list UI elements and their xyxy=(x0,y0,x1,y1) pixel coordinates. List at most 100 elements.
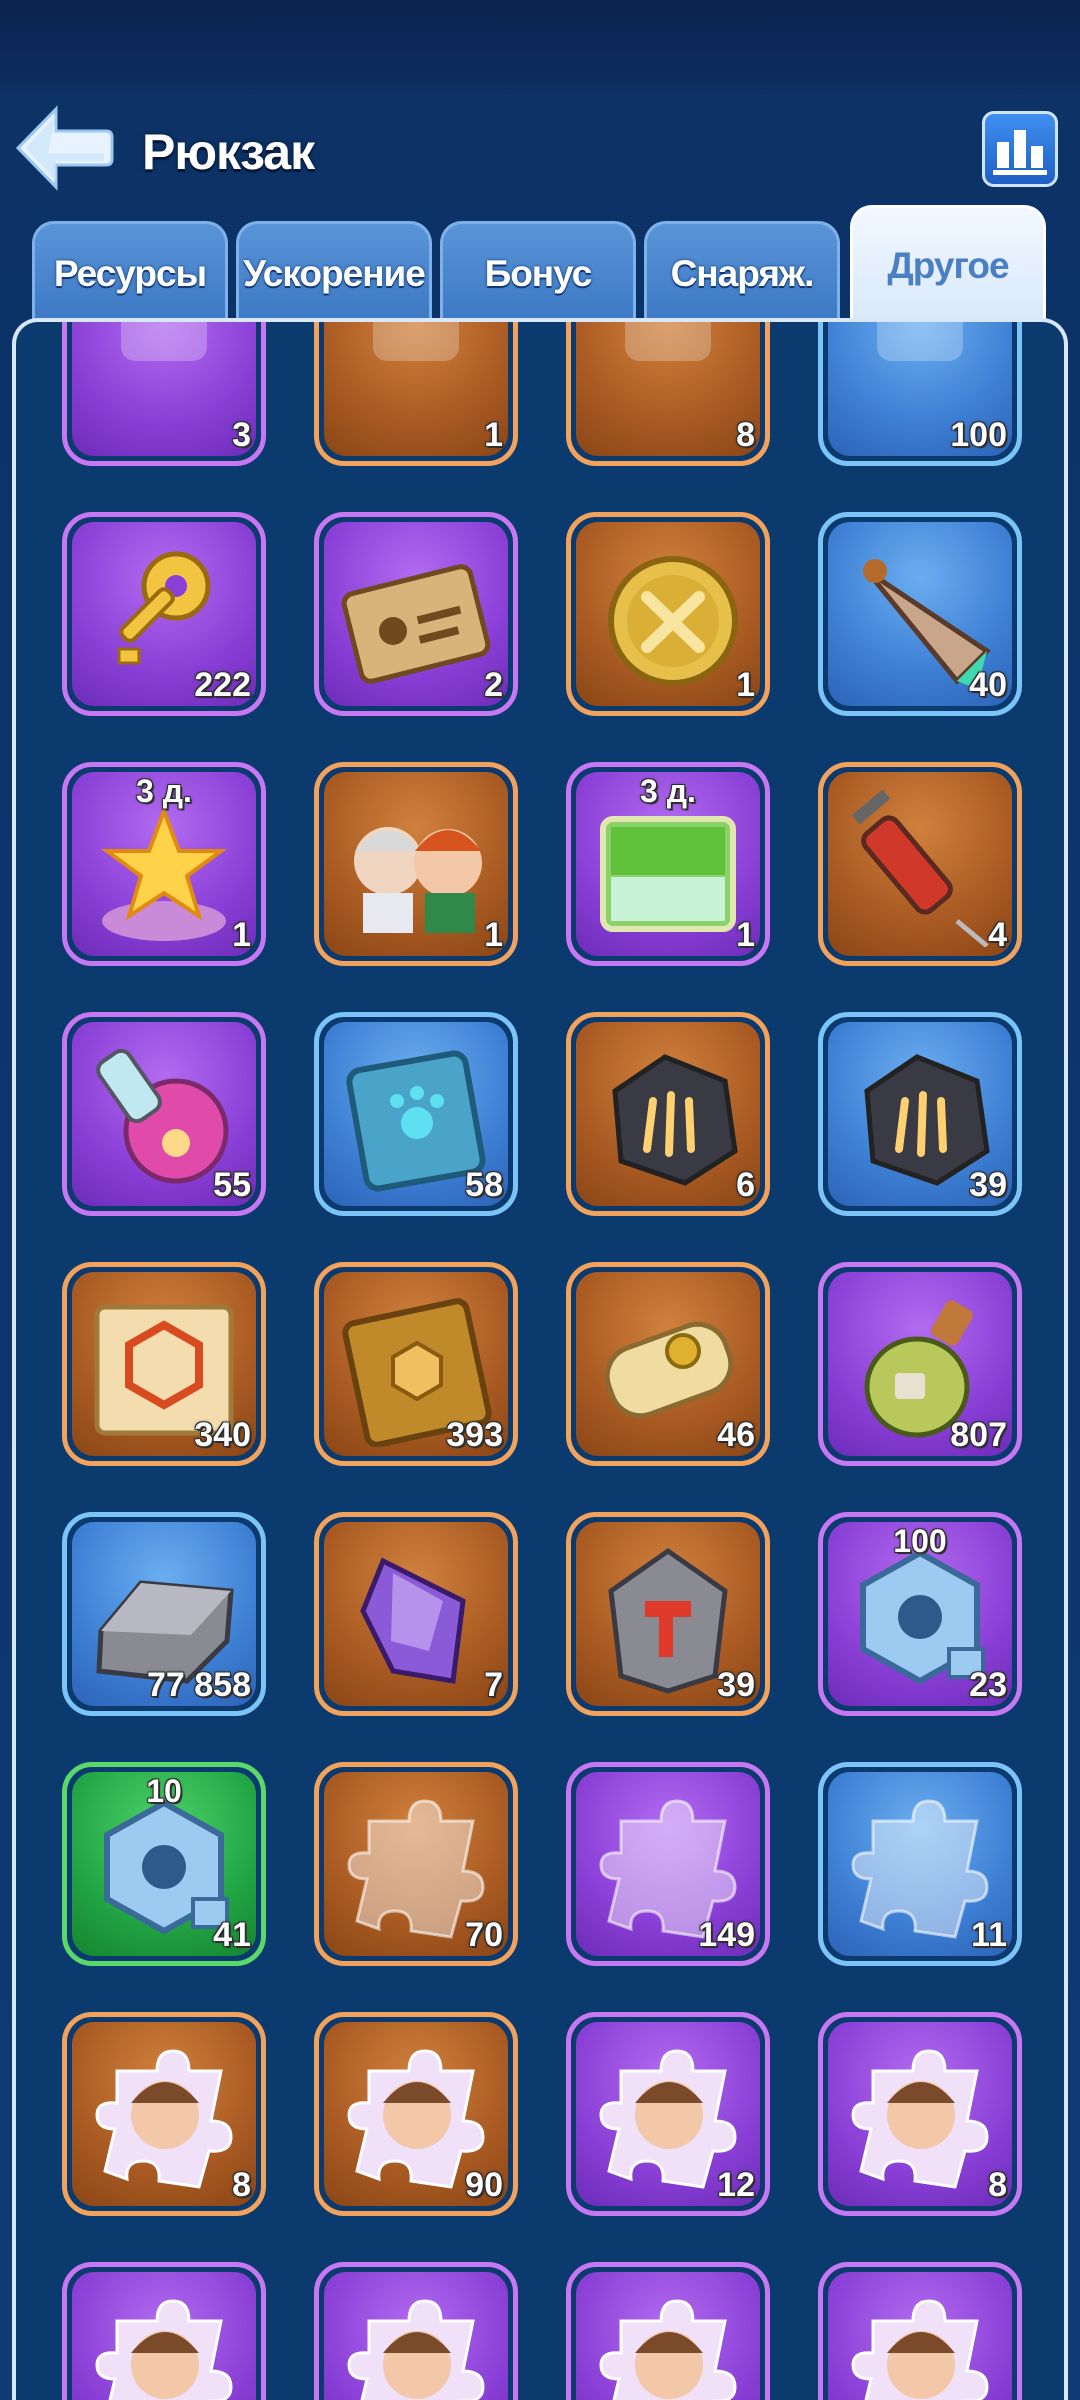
inventory-item-oil-bottle[interactable]: 807 xyxy=(818,1262,1022,1466)
bar-chart-icon xyxy=(993,130,1047,175)
inventory-item-paw-book[interactable]: 58 xyxy=(314,1012,518,1216)
item-count: 1 xyxy=(736,916,755,954)
hero-shard-icon xyxy=(347,2299,485,2400)
tab-bonus[interactable]: Бонус xyxy=(440,221,636,323)
item-count: 1 xyxy=(232,916,251,954)
tab-equipment[interactable]: Снаряж. xyxy=(644,221,840,323)
item-count: 807 xyxy=(950,1416,1007,1454)
inventory-panel[interactable]: 3 1 8 100 222 2 1 40 3 д. 1 1 3 д. 1 4 55 58 6 39 340 393 46… xyxy=(12,318,1068,2400)
item-count: 23 xyxy=(969,1666,1007,1704)
hero-pair-icon xyxy=(354,827,482,933)
item-count: 40 xyxy=(969,666,1007,704)
item-count: 70 xyxy=(465,1916,503,1954)
item-count: 90 xyxy=(465,2166,503,2204)
id-card-icon xyxy=(341,564,491,684)
inventory-item-puzzle-purple[interactable]: 149 xyxy=(566,1762,770,1966)
item-count: 7 xyxy=(484,1666,503,1704)
partial-icon xyxy=(373,322,459,361)
inventory-item-partial-item[interactable]: 3 xyxy=(62,322,266,466)
inventory-item-id-card-tag[interactable]: 2 xyxy=(314,512,518,716)
crystal-icon xyxy=(360,1557,466,1684)
item-badge: 3 д. xyxy=(640,773,696,809)
inventory-item-hex-nut-10[interactable]: 10 41 xyxy=(62,1762,266,1966)
item-count: 149 xyxy=(698,1916,755,1954)
item-badge: 3 д. xyxy=(136,773,192,809)
item-badge: 10 xyxy=(146,1773,182,1809)
inventory-item-gem-tome[interactable]: 393 xyxy=(314,1262,518,1466)
page-title: Рюкзак xyxy=(142,124,315,180)
tab-resources[interactable]: Ресурсы xyxy=(32,221,228,323)
claw-stone-icon xyxy=(612,1054,738,1186)
inventory-item-sealed-scroll[interactable]: 46 xyxy=(566,1262,770,1466)
item-count: 55 xyxy=(213,1166,251,1204)
partial-icon xyxy=(121,322,207,361)
inventory-item-hero-pair-portrait[interactable]: 1 xyxy=(314,762,518,966)
inventory-item-syringe[interactable]: 4 xyxy=(818,762,1022,966)
inventory-item-hero-shard-welder[interactable]: 8 xyxy=(62,2012,266,2216)
item-count: 1 xyxy=(484,916,503,954)
item-count: 393 xyxy=(446,1416,503,1454)
item-count: 6 xyxy=(736,1166,755,1204)
statistics-button[interactable] xyxy=(982,111,1058,187)
inventory-item-hero-shard-viking[interactable]: 65 xyxy=(566,2262,770,2400)
inventory-item-hero-shard-keffiyeh[interactable]: 8 xyxy=(818,2012,1022,2216)
back-button[interactable] xyxy=(14,105,114,191)
inventory-item-hero-shard-goggles[interactable]: 90 xyxy=(314,2012,518,2216)
item-count: 8 xyxy=(736,416,755,454)
item-count: 340 xyxy=(194,1416,251,1454)
inventory-item-blueprint-scroll[interactable]: 340 xyxy=(62,1262,266,1466)
inventory-item-puzzle-blue[interactable]: 11 xyxy=(818,1762,1022,1966)
inventory-item-puzzle-orange[interactable]: 70 xyxy=(314,1762,518,1966)
item-count: 3 xyxy=(232,416,251,454)
item-badge: 100 xyxy=(893,1523,947,1559)
inventory-item-claw-stone-blue[interactable]: 39 xyxy=(818,1012,1022,1216)
item-count: 46 xyxy=(717,1416,755,1454)
item-count: 8 xyxy=(988,2166,1007,2204)
item-count: 2 xyxy=(484,666,503,704)
syringe-icon xyxy=(851,789,989,947)
inventory-item-partial-item[interactable]: 1 xyxy=(314,322,518,466)
tab-other[interactable]: Другое xyxy=(850,205,1046,323)
status-bar xyxy=(0,0,1080,90)
item-count: 222 xyxy=(194,666,251,704)
inventory-item-hammer-rune[interactable]: 39 xyxy=(566,1512,770,1716)
hero-shard-icon xyxy=(851,2049,989,2189)
inventory-item-hero-shard-headband[interactable]: 12 xyxy=(566,2012,770,2216)
item-count: 39 xyxy=(717,1666,755,1704)
item-count: 77 858 xyxy=(147,1666,251,1704)
inventory-item-claw-stone-orange[interactable]: 6 xyxy=(566,1012,770,1216)
tab-bar: Ресурсы Ускорение Бонус Снаряж. Другое xyxy=(32,205,1052,323)
item-count: 41 xyxy=(213,1916,251,1954)
inventory-item-star-burst-chest[interactable]: 3 д. 1 xyxy=(62,762,266,966)
tab-speedups[interactable]: Ускорение xyxy=(236,221,432,323)
header: Рюкзак xyxy=(0,95,1080,205)
item-count: 4 xyxy=(988,916,1007,954)
hero-shard-icon xyxy=(95,2049,233,2189)
inventory-item-partial-item[interactable]: 100 xyxy=(818,322,1022,466)
partial-icon xyxy=(625,322,711,361)
item-count: 1 xyxy=(484,416,503,454)
inventory-item-paw-potion[interactable]: 55 xyxy=(62,1012,266,1216)
hero-shard-icon xyxy=(95,2299,233,2400)
item-count: 8 xyxy=(232,2166,251,2204)
inventory-item-iron-ingot[interactable]: 77 858 xyxy=(62,1512,266,1716)
hero-shard-icon xyxy=(851,2299,989,2400)
item-count: 39 xyxy=(969,1166,1007,1204)
inventory-item-gold-medallion[interactable]: 1 xyxy=(566,512,770,716)
inventory-item-hex-nut-100[interactable]: 100 23 xyxy=(818,1512,1022,1716)
item-count: 11 xyxy=(971,1916,1007,1954)
inventory-item-hero-shard-lady[interactable]: 3 xyxy=(62,2262,266,2400)
back-arrow-icon xyxy=(15,105,114,191)
item-count: 12 xyxy=(717,2166,755,2204)
inventory-item-arrowhead[interactable]: 40 xyxy=(818,512,1022,716)
inventory-item-purple-crystal[interactable]: 7 xyxy=(314,1512,518,1716)
inventory-item-partial-item[interactable]: 8 xyxy=(566,322,770,466)
item-count: 100 xyxy=(950,416,1007,454)
inventory-item-hero-shard-aviator[interactable]: 82 xyxy=(818,2262,1022,2400)
inventory-item-hero-shard-redhead[interactable]: 295 xyxy=(314,2262,518,2400)
item-count: 58 xyxy=(465,1166,503,1204)
inventory-item-golden-key[interactable]: 222 xyxy=(62,512,266,716)
item-count: 1 xyxy=(736,666,755,704)
hero-shard-icon xyxy=(599,2299,737,2400)
inventory-item-green-frame[interactable]: 3 д. 1 xyxy=(566,762,770,966)
